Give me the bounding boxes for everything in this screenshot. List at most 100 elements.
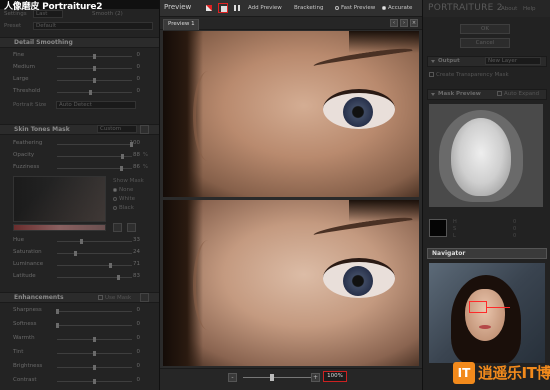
slider-value[interactable]: 83 <box>133 273 140 279</box>
skin-slider-latitude[interactable]: Latitude 83 <box>0 272 159 282</box>
slider-value[interactable]: 0 <box>137 363 141 369</box>
output-dropdown[interactable]: New Layer <box>485 57 541 65</box>
ok-button[interactable]: OK <box>460 24 510 34</box>
skin-slider-feathering[interactable]: Feathering 100 <box>0 139 159 149</box>
enhance-slider-softness[interactable]: Softness 0 <box>0 320 159 330</box>
detail-slider-large[interactable]: Large 0 <box>0 75 159 85</box>
zoom-slider-track[interactable] <box>243 377 311 378</box>
slider-track[interactable] <box>57 265 132 266</box>
slider-thumb[interactable] <box>93 365 96 370</box>
show-mask-none-radio[interactable]: None <box>113 187 133 193</box>
enhance-slider-contrast[interactable]: Contrast 0 <box>0 376 159 386</box>
auto-expand-checkbox[interactable]: Auto Expand <box>497 91 539 97</box>
show-mask-black-radio[interactable]: Black <box>113 205 134 211</box>
detail-smoothing-header[interactable]: Detail Smoothing <box>0 37 159 48</box>
zoom-in-button[interactable]: + <box>311 373 320 382</box>
slider-value[interactable]: 0 <box>137 349 141 355</box>
bracketing-button[interactable]: Bracketing <box>294 5 323 11</box>
slider-value[interactable]: 0 <box>137 321 141 327</box>
skin-slider-hue[interactable]: Hue 33 <box>0 236 159 246</box>
preview-image-retouched[interactable] <box>163 200 419 366</box>
navigator-viewport-box[interactable] <box>469 301 487 313</box>
slider-thumb[interactable] <box>56 323 59 328</box>
slider-value[interactable]: 0 <box>137 335 141 341</box>
slider-value[interactable]: 0 <box>137 377 141 383</box>
slider-value[interactable]: 33 <box>133 237 140 243</box>
skin-slider-opacity[interactable]: Opacity 88% <box>0 151 159 161</box>
slider-thumb[interactable] <box>121 154 124 159</box>
use-mask-checkbox[interactable]: Use Mask <box>98 295 131 301</box>
detail-slider-fine[interactable]: Fine 0 <box>0 51 159 61</box>
preview-image-original[interactable] <box>163 31 419 197</box>
slider-track[interactable] <box>57 325 132 326</box>
vertical-split-icon[interactable] <box>232 3 242 13</box>
slider-thumb[interactable] <box>93 379 96 384</box>
slider-thumb[interactable] <box>93 66 96 71</box>
enhancements-header[interactable]: Enhancements <box>0 292 159 303</box>
tab-preview-1[interactable]: Preview 1 <box>163 19 199 30</box>
enhance-slider-warmth[interactable]: Warmth 0 <box>0 334 159 344</box>
skin-slider-saturation[interactable]: Saturation 24 <box>0 248 159 258</box>
enhance-slider-tint[interactable]: Tint 0 <box>0 348 159 358</box>
slider-thumb[interactable] <box>56 309 59 314</box>
enhance-slider-sharpness[interactable]: Sharpness 0 <box>0 306 159 316</box>
zoom-level-field[interactable]: 100% <box>323 371 347 382</box>
show-mask-white-radio[interactable]: White <box>113 196 135 202</box>
split-view-icon[interactable] <box>204 3 214 13</box>
about-link[interactable]: About <box>501 6 517 12</box>
picker-icon[interactable] <box>113 223 122 232</box>
slider-value[interactable]: 100 <box>130 140 141 146</box>
skin-mask-mode-dropdown[interactable]: Custom <box>97 125 137 133</box>
brush-icon[interactable] <box>127 223 136 232</box>
enhance-slider-brightness[interactable]: Brightness 0 <box>0 362 159 372</box>
slider-thumb[interactable] <box>120 166 123 171</box>
slider-thumb[interactable] <box>89 90 92 95</box>
slider-value[interactable]: 86 <box>133 164 140 170</box>
settings-dropdown[interactable]: Last <box>33 10 63 18</box>
slider-value[interactable]: 0 <box>137 307 141 313</box>
slider-value[interactable]: 24 <box>133 249 140 255</box>
slider-thumb[interactable] <box>80 239 83 244</box>
slider-value[interactable]: 0 <box>137 64 141 70</box>
transparency-mask-checkbox[interactable]: Create Transparency Mask <box>429 72 509 78</box>
detail-slider-threshold[interactable]: Threshold 0 <box>0 87 159 97</box>
skin-color-field[interactable] <box>13 176 106 222</box>
eyedropper-button[interactable] <box>140 125 149 134</box>
preset-dropdown[interactable]: Default <box>33 22 153 30</box>
slider-thumb[interactable] <box>117 275 120 280</box>
skin-slider-luminance[interactable]: Luminance 71 <box>0 260 159 270</box>
zoom-slider-thumb[interactable] <box>270 374 274 381</box>
slider-thumb[interactable] <box>74 251 77 256</box>
horizontal-split-icon[interactable] <box>218 3 228 13</box>
fast-preview-radio[interactable]: Fast Preview <box>335 5 375 11</box>
slider-thumb[interactable] <box>109 263 112 268</box>
close-tab-icon[interactable]: × <box>410 19 418 27</box>
help-link[interactable]: Help <box>523 6 536 12</box>
portrait-size-dropdown[interactable]: Auto Detect <box>56 101 136 109</box>
slider-thumb[interactable] <box>93 337 96 342</box>
next-tab-icon[interactable]: › <box>400 19 408 27</box>
slider-track[interactable] <box>57 241 132 242</box>
slider-value[interactable]: 0 <box>137 52 141 58</box>
enhance-eyedropper-button[interactable] <box>140 293 149 302</box>
zoom-out-button[interactable]: - <box>228 373 237 382</box>
slider-value[interactable]: 88 <box>133 152 140 158</box>
accurate-radio[interactable]: Accurate <box>382 5 412 11</box>
slider-thumb[interactable] <box>93 54 96 59</box>
slider-value[interactable]: 71 <box>133 261 140 267</box>
slider-value[interactable]: 0 <box>137 88 141 94</box>
color-swatch[interactable] <box>429 219 447 237</box>
add-preview-button[interactable]: Add Preview <box>248 5 282 11</box>
slider-track[interactable] <box>57 92 132 93</box>
prev-tab-icon[interactable]: ‹ <box>390 19 398 27</box>
slider-track[interactable] <box>57 277 132 278</box>
detail-slider-medium[interactable]: Medium 0 <box>0 63 159 73</box>
skin-hue-strip[interactable] <box>13 224 106 231</box>
slider-track[interactable] <box>57 311 132 312</box>
slider-track[interactable] <box>57 253 132 254</box>
slider-thumb[interactable] <box>93 351 96 356</box>
cancel-button[interactable]: Cancel <box>460 38 510 48</box>
slider-track[interactable] <box>57 144 132 145</box>
slider-value[interactable]: 0 <box>137 76 141 82</box>
slider-thumb[interactable] <box>93 78 96 83</box>
